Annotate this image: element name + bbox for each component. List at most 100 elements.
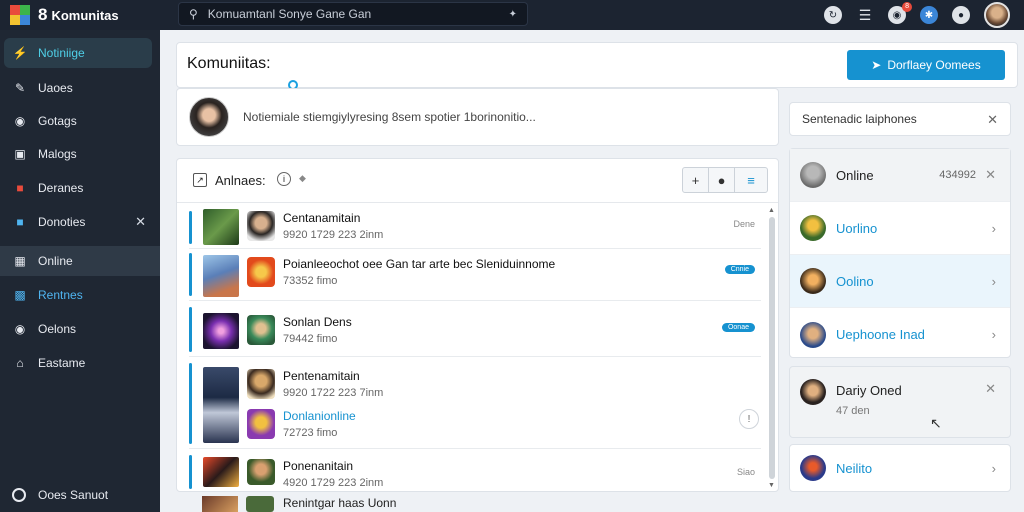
contact-search[interactable]: Sentenadic laiphones ✕ — [789, 102, 1011, 136]
search-bar[interactable]: ⚲ Komuamtanl Sonye Gane Gan ✦ — [178, 2, 528, 26]
list-item[interactable]: Centanamitain 9920 1729 223 2inm Dene — [189, 207, 761, 249]
sidebar-item-rentnes[interactable]: ▩ Rentnes — [4, 280, 152, 310]
notifications-icon[interactable]: ◉ 8 — [888, 2, 912, 24]
contact-item[interactable]: Oolino › — [790, 255, 1010, 308]
page-header: Komuniitas: ➤ Dorflaey Oomees — [176, 42, 1018, 90]
contact-status: 47 den — [836, 405, 870, 417]
close-icon[interactable]: ✕ — [135, 214, 146, 230]
activity-list-panel: ↗ Anlnaes: i ◆ + ● ≡ Centanamitain 9920 … — [176, 158, 779, 492]
item-subtitle: 9920 1722 223 7inm — [283, 387, 384, 399]
caret-icon[interactable]: ◆ — [299, 173, 306, 184]
item-title[interactable]: Poianleeochot oee Gan tar arte bec Sleni… — [283, 257, 555, 271]
sidebar-item-label: Donoties — [38, 215, 86, 229]
chevron-right-icon[interactable]: › — [992, 461, 996, 476]
item-subtitle: 73352 fimo — [283, 275, 338, 287]
item-title[interactable]: Donlanionline — [283, 409, 356, 423]
contact-card-detail[interactable]: Dariy Oned 47 den ✕ ↖ — [789, 366, 1011, 438]
brand[interactable]: 8 Komunitas — [0, 0, 160, 30]
sidebar-item-oelons[interactable]: ◉ Oelons — [4, 314, 152, 344]
info-icon[interactable]: i — [277, 172, 291, 186]
sidebar-item-eastame[interactable]: ⌂ Eastame — [4, 348, 152, 378]
expand-icon[interactable]: ↗ — [193, 173, 207, 187]
item-accent-bar — [189, 363, 192, 444]
close-icon[interactable]: ✕ — [985, 381, 996, 397]
contact-item[interactable]: Uorlino › — [790, 202, 1010, 255]
search-input[interactable]: Komuamtanl Sonye Gane Gan — [208, 7, 509, 21]
sidebar-item-donoties[interactable]: ■ Donoties ✕ — [4, 207, 152, 237]
list-item[interactable]: Pentenamitain 9920 1722 223 7inm Donlani… — [189, 359, 761, 449]
settings-icon[interactable]: ✱ — [920, 6, 938, 24]
more-icon[interactable]: ! — [739, 409, 759, 429]
user-avatar[interactable] — [984, 2, 1010, 28]
contact-search-input[interactable]: Sentenadic laiphones — [802, 112, 917, 126]
share-icon[interactable]: ☰ — [856, 6, 874, 24]
item-subtitle: 79442 fimo — [283, 333, 338, 345]
item-accent-bar — [189, 455, 192, 489]
record-button[interactable]: ● — [709, 168, 735, 192]
contact-item[interactable]: Neilito › — [790, 445, 1010, 491]
post-composer[interactable]: Notiemiale stiemgiylyresing 8sem spotier… — [176, 88, 779, 146]
item-subtitle: 72723 fimo — [283, 427, 338, 439]
contact-name: Oolino — [836, 273, 874, 289]
item-title[interactable]: Pentenamitain — [283, 369, 360, 383]
chevron-right-icon[interactable]: › — [992, 274, 996, 289]
refresh-icon[interactable]: ↻ — [824, 6, 842, 24]
contact-avatar — [800, 321, 826, 348]
list-item[interactable]: Poianleeochot oee Gan tar arte bec Sleni… — [189, 249, 761, 301]
primary-action-button[interactable]: ➤ Dorflaey Oomees — [847, 50, 1005, 80]
grid-icon: ▦ — [14, 254, 26, 268]
item-thumbnail — [203, 255, 239, 297]
add-button[interactable]: + — [683, 168, 709, 192]
sidebar-item-uaoes[interactable]: ✎ Uaoes — [4, 73, 152, 103]
search-icon: ⚲ — [189, 7, 198, 21]
item-thumbnail — [203, 209, 239, 245]
list-item[interactable]: Ponenanitain 4920 1729 223 2inm Siao — [189, 451, 761, 491]
sidebar-item-notiniige[interactable]: ⚡ Notiniige — [4, 38, 152, 68]
scroll-thumb[interactable] — [769, 217, 775, 479]
chevron-right-icon[interactable]: › — [992, 221, 996, 236]
pen-icon: ✎ — [14, 81, 26, 95]
item-accent-bar — [189, 307, 192, 352]
item-accent-bar — [189, 253, 192, 296]
close-icon[interactable]: ✕ — [985, 167, 996, 183]
chevron-right-icon[interactable]: › — [992, 327, 996, 342]
item-meta: Dene — [733, 219, 755, 229]
list-item[interactable]: Sonlan Dens 79442 fimo Oonae — [189, 303, 761, 357]
close-icon[interactable]: ✕ — [987, 112, 998, 128]
top-bar: 8 Komunitas ⚲ Komuamtanl Sonye Gane Gan ✦… — [0, 0, 1024, 30]
item-thumbnail — [203, 313, 239, 349]
item-title[interactable]: Ponenanitain — [283, 459, 353, 473]
item-subtitle: 9920 1729 223 2inm — [283, 229, 384, 241]
feed-icon: ⚡ — [12, 46, 28, 60]
item-avatar — [246, 496, 274, 512]
sidebar-item-online[interactable]: ▦ Online — [0, 246, 160, 276]
sidebar-item-label: Notiniige — [38, 46, 85, 60]
contact-avatar — [800, 162, 826, 188]
sparkle-icon[interactable]: ✦ — [509, 9, 517, 20]
list-header: ↗ Anlnaes: i ◆ + ● ≡ — [177, 159, 778, 203]
item-avatar — [247, 459, 275, 485]
contact-item[interactable]: Uephoone Inad › — [790, 308, 1010, 361]
sidebar-bottom-item[interactable]: Ooes Sanuot — [12, 488, 108, 502]
sidebar-item-gotags[interactable]: ◉ Gotags — [4, 106, 152, 136]
contact-item[interactable]: Online 434992 ✕ — [790, 149, 1010, 202]
contact-avatar — [800, 215, 826, 241]
list-item-partial[interactable]: Renintgar haas Uonn — [190, 494, 770, 512]
composer-input[interactable]: Notiemiale stiemgiylyresing 8sem spotier… — [243, 110, 536, 124]
item-thumbnail — [203, 457, 239, 487]
item-title[interactable]: Renintgar haas Uonn — [283, 496, 396, 510]
item-badge: Cnnie — [724, 265, 755, 274]
app-logo-icon — [10, 5, 30, 25]
globe-icon: ◉ — [14, 322, 26, 336]
menu-button[interactable]: ≡ — [735, 168, 767, 192]
contact-list: Online 434992 ✕ Uorlino › Oolino › Uepho… — [789, 148, 1011, 358]
item-title[interactable]: Sonlan Dens — [283, 315, 352, 329]
item-title[interactable]: Centanamitain — [283, 211, 360, 225]
scroll-up-icon[interactable]: ▲ — [768, 207, 775, 214]
sidebar-item-deranes[interactable]: ■ Deranes — [4, 173, 152, 203]
sidebar-item-malogs[interactable]: ▣ Malogs — [4, 139, 152, 169]
scroll-down-icon[interactable]: ▼ — [768, 482, 775, 489]
list-scrollbar[interactable]: ▲ ▼ — [768, 207, 776, 489]
composer-avatar — [189, 97, 229, 137]
status-icon[interactable]: ● — [952, 6, 970, 24]
